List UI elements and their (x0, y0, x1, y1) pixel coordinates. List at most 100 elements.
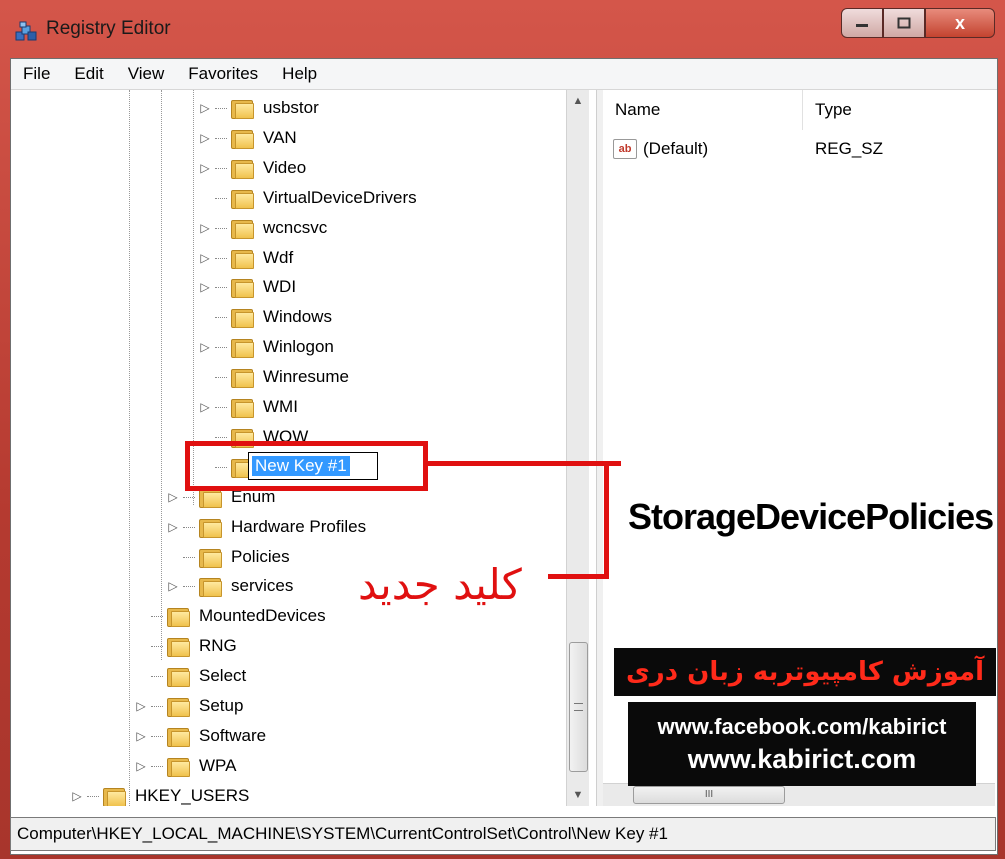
expand-arrow-icon[interactable]: ▷ (199, 221, 211, 235)
menu-bar: File Edit View Favorites Help (11, 59, 997, 90)
tree-connector (151, 705, 163, 707)
highlight-rectangle (185, 441, 428, 491)
banner-url-site: www.kabirict.com (687, 743, 917, 774)
registry-editor-icon (15, 21, 37, 41)
tree-item[interactable]: ▷ services (167, 572, 293, 600)
tree-connector (215, 346, 227, 349)
tree-item-label: Select (199, 666, 247, 686)
tree-item[interactable]: ▷ WDI (199, 273, 296, 301)
tree-item-label: Video (263, 157, 307, 177)
tree-item-label: VirtualDeviceDrivers (263, 187, 417, 207)
value-row[interactable]: ab (Default) (613, 134, 708, 164)
tree-item[interactable]: ▷ Winlogon (199, 333, 334, 361)
expand-arrow-icon[interactable]: ▷ (167, 520, 179, 534)
expand-arrow-icon[interactable]: ▷ (199, 340, 211, 354)
banner-urls: www.facebook.com/kabirict www.kabirict.c… (628, 702, 976, 786)
folder-icon (231, 337, 254, 359)
tree-item[interactable]: Winresume (199, 363, 349, 391)
close-button[interactable]: x (925, 8, 995, 38)
tree-item[interactable]: ▷ Setup (135, 692, 243, 720)
menu-view[interactable]: View (116, 64, 177, 84)
tree-item[interactable]: ▷ HKEY_USERS (71, 782, 249, 806)
column-name-header[interactable]: Name (603, 90, 803, 130)
scroll-up-arrow-icon[interactable]: ▲ (567, 90, 589, 112)
list-horizontal-scrollbar[interactable]: III (603, 783, 995, 806)
tree-item[interactable]: ▷ Video (199, 154, 306, 182)
folder-icon (199, 576, 222, 598)
menu-edit[interactable]: Edit (62, 64, 115, 84)
folder-icon (231, 307, 254, 329)
column-type-header[interactable]: Type (803, 90, 995, 130)
tree-item[interactable]: Select (135, 662, 246, 690)
tree-connector (151, 675, 163, 678)
tree-item-label: Winlogon (263, 337, 334, 357)
tree-item[interactable]: ▷ Wdf (199, 244, 293, 272)
menu-help[interactable]: Help (270, 64, 329, 84)
tree-item[interactable]: Policies (167, 543, 290, 571)
folder-icon (231, 218, 254, 239)
menu-favorites[interactable]: Favorites (176, 64, 270, 84)
menu-file[interactable]: File (11, 64, 62, 84)
folder-icon (231, 98, 254, 119)
tree-item-label: usbstor (263, 98, 319, 117)
folder-icon (231, 158, 254, 179)
tree-item[interactable]: ▷ wcncsvc (199, 214, 327, 242)
maximize-button[interactable] (883, 8, 925, 38)
expand-arrow-icon[interactable]: ▷ (199, 161, 211, 175)
expand-arrow-icon[interactable]: ▷ (199, 251, 211, 265)
banner-url-facebook: www.facebook.com/kabirict (657, 713, 947, 739)
tree-vertical-scrollbar[interactable]: ▲ ▼ (566, 90, 589, 806)
hscroll-thumb[interactable]: III (633, 786, 785, 804)
expand-arrow-icon[interactable]: ▷ (167, 490, 179, 504)
expand-arrow-icon[interactable]: ▷ (199, 131, 211, 145)
tree-connector (183, 556, 195, 558)
tree-item[interactable]: MountedDevices (135, 602, 326, 630)
tree-guide-line (161, 90, 162, 660)
scrollbar-thumb[interactable] (569, 642, 588, 772)
expand-arrow-icon[interactable]: ▷ (71, 789, 83, 803)
tree-item-label: WPA (199, 755, 237, 775)
tree-item-label: WDI (263, 277, 297, 297)
connector-line-h1 (428, 461, 621, 466)
expand-arrow-icon[interactable]: ▷ (167, 579, 179, 593)
tree-item[interactable]: RNG (135, 632, 237, 660)
expand-arrow-icon[interactable]: ▷ (135, 729, 147, 743)
tree-item[interactable]: ▷ WPA (135, 752, 236, 780)
tree-item-label: HKEY_USERS (135, 785, 250, 805)
tree-item[interactable]: ▷ Hardware Profiles (167, 513, 366, 541)
folder-icon (167, 756, 190, 777)
tree-connector (215, 436, 227, 438)
tree-item[interactable]: Windows (199, 303, 332, 331)
connector-line-v (604, 461, 609, 579)
value-type: REG_SZ (815, 139, 884, 158)
folder-icon (199, 517, 222, 538)
folder-icon (167, 666, 190, 688)
tree-connector (215, 406, 227, 408)
expand-arrow-icon[interactable]: ▷ (199, 400, 211, 414)
expand-arrow-icon[interactable]: ▷ (199, 280, 211, 294)
expand-arrow-icon[interactable]: ▷ (135, 759, 147, 773)
tree-item-label: Setup (199, 696, 244, 715)
tree-item[interactable]: ▷ WMI (199, 393, 298, 421)
tree-item[interactable]: ▷ usbstor (199, 94, 319, 122)
title-bar[interactable]: Registry Editor x (0, 0, 1005, 58)
tree-connector (215, 107, 227, 109)
expand-arrow-icon[interactable]: ▷ (135, 699, 147, 713)
tree-item-label: Winresume (263, 367, 349, 387)
tree-item-label: services (231, 576, 294, 596)
folder-icon (167, 606, 190, 628)
folder-icon (103, 786, 126, 806)
folder-icon (167, 636, 190, 658)
tree-item[interactable]: ▷ Software (135, 722, 266, 750)
tree-connector (183, 526, 195, 528)
folder-icon (199, 547, 222, 568)
tree-item[interactable]: VirtualDeviceDrivers (199, 184, 417, 212)
expand-arrow-icon[interactable]: ▷ (199, 101, 211, 115)
minimize-button[interactable] (841, 8, 883, 38)
scroll-down-arrow-icon[interactable]: ▼ (567, 784, 589, 806)
tree-item-label: WMI (263, 397, 298, 416)
values-list[interactable]: Name Type ab (Default) REG_SZ III (603, 90, 995, 806)
annotation-new-key-label: کلید جدید (358, 560, 522, 609)
tree-connector (215, 167, 227, 169)
tree-item[interactable]: ▷ VAN (199, 124, 297, 152)
